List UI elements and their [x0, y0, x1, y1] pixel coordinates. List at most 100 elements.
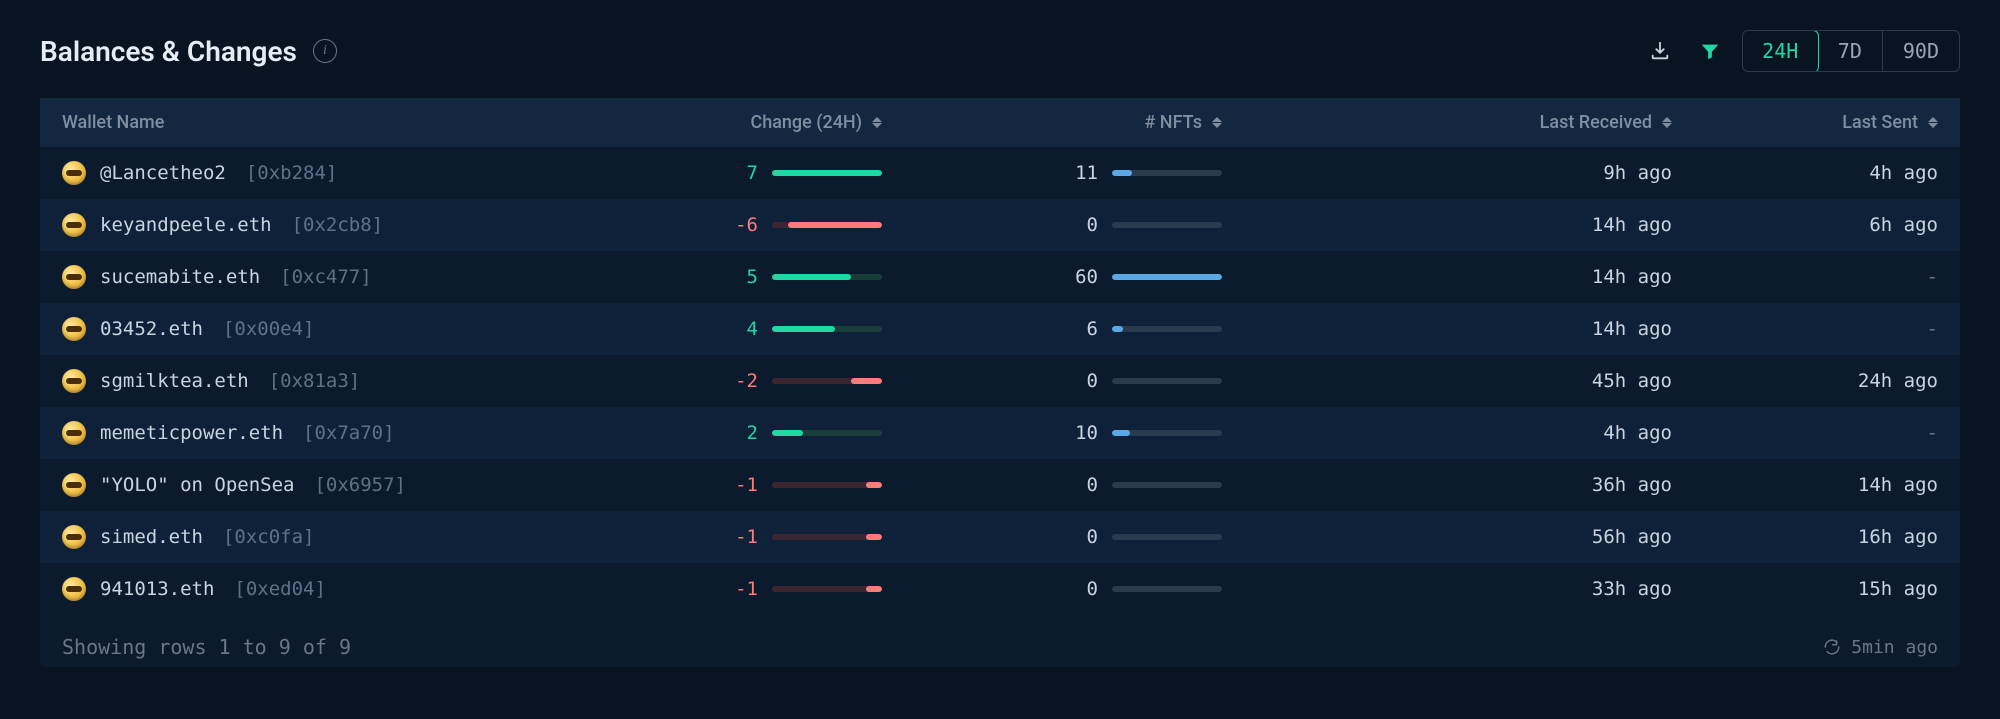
- wallet-name: sucemabite.eth: [100, 266, 260, 288]
- change-bar: [772, 378, 882, 384]
- last-sent: 6h ago: [1672, 214, 1938, 236]
- nft-bar: [1112, 274, 1222, 280]
- timeframe-7d[interactable]: 7D: [1818, 31, 1883, 71]
- wallet-avatar-icon: [62, 577, 86, 601]
- timeframe-24h[interactable]: 24H: [1742, 30, 1820, 72]
- panel-title: Balances & Changes: [40, 35, 297, 68]
- table-row[interactable]: sucemabite.eth [0xc477] 5 60 14h ago-: [40, 251, 1960, 303]
- nft-bar: [1112, 326, 1222, 332]
- wallet-name: 03452.eth: [100, 318, 203, 340]
- wallet-avatar-icon: [62, 369, 86, 393]
- balances-table: Wallet Name Change (24H) # NFTs Last Rec…: [40, 98, 1960, 667]
- info-icon[interactable]: i: [313, 39, 337, 63]
- last-received: 56h ago: [1342, 526, 1672, 548]
- refresh-icon: [1823, 638, 1841, 656]
- change-bar: [772, 222, 882, 228]
- wallet-hash: [0x81a3]: [269, 370, 361, 392]
- table-header-row: Wallet Name Change (24H) # NFTs Last Rec…: [40, 98, 1960, 147]
- sort-icon: [1212, 117, 1222, 128]
- wallet-hash: [0x7a70]: [303, 422, 395, 444]
- last-received: 14h ago: [1342, 266, 1672, 288]
- change-bar: [772, 534, 882, 540]
- wallet-name: 941013.eth: [100, 578, 214, 600]
- table-footer: Showing rows 1 to 9 of 9 5min ago: [40, 615, 1960, 667]
- last-received: 33h ago: [1342, 578, 1672, 600]
- wallet-avatar-icon: [62, 213, 86, 237]
- nft-count: 0: [1058, 214, 1098, 236]
- nft-count: 10: [1058, 422, 1098, 444]
- last-received: 14h ago: [1342, 318, 1672, 340]
- wallet-name: keyandpeele.eth: [100, 214, 272, 236]
- nft-bar: [1112, 378, 1222, 384]
- timeframe-segmented: 24H7D90D: [1742, 30, 1960, 72]
- nft-bar: [1112, 430, 1222, 436]
- nft-count: 0: [1058, 526, 1098, 548]
- last-received: 36h ago: [1342, 474, 1672, 496]
- col-header-sent[interactable]: Last Sent: [1672, 112, 1938, 133]
- change-bar: [772, 482, 882, 488]
- nft-bar: [1112, 170, 1222, 176]
- col-header-wallet[interactable]: Wallet Name: [62, 112, 622, 133]
- table-row[interactable]: "YOLO" on OpenSea [0x6957]-1036h ago14h …: [40, 459, 1960, 511]
- last-sent: -: [1672, 422, 1938, 444]
- wallet-avatar-icon: [62, 317, 86, 341]
- nft-count: 6: [1058, 318, 1098, 340]
- table-row[interactable]: sgmilktea.eth [0x81a3]-2045h ago24h ago: [40, 355, 1960, 407]
- change-bar: [772, 326, 882, 332]
- sort-icon: [872, 117, 882, 128]
- change-bar: [772, 430, 882, 436]
- filter-button[interactable]: [1692, 33, 1728, 69]
- download-icon: [1649, 40, 1671, 62]
- wallet-hash: [0xc0fa]: [223, 526, 315, 548]
- wallet-hash: [0xb284]: [246, 162, 338, 184]
- col-header-received[interactable]: Last Received: [1342, 112, 1672, 133]
- table-row[interactable]: keyandpeele.eth [0x2cb8] -6 0 14h ago6h ago: [40, 199, 1960, 251]
- last-received: 14h ago: [1342, 214, 1672, 236]
- sort-icon: [1662, 117, 1672, 128]
- download-button[interactable]: [1642, 33, 1678, 69]
- nft-count: 11: [1058, 162, 1098, 184]
- col-header-nfts[interactable]: # NFTs: [1002, 112, 1342, 133]
- wallet-avatar-icon: [62, 525, 86, 549]
- change-value: 5: [718, 266, 758, 288]
- wallet-name: "YOLO" on OpenSea: [100, 474, 294, 496]
- last-sent: 4h ago: [1672, 162, 1938, 184]
- last-sent: -: [1672, 266, 1938, 288]
- change-value: 4: [718, 318, 758, 340]
- change-value: -1: [718, 526, 758, 548]
- rows-showing: Showing rows 1 to 9 of 9: [62, 635, 351, 659]
- wallet-hash: [0xc477]: [280, 266, 372, 288]
- nft-count: 0: [1058, 370, 1098, 392]
- wallet-avatar-icon: [62, 265, 86, 289]
- wallet-avatar-icon: [62, 161, 86, 185]
- last-sent: 16h ago: [1672, 526, 1938, 548]
- wallet-hash: [0x2cb8]: [292, 214, 384, 236]
- refreshed-label: 5min ago: [1851, 637, 1938, 658]
- last-sent: 24h ago: [1672, 370, 1938, 392]
- last-sent: -: [1672, 318, 1938, 340]
- nft-bar: [1112, 482, 1222, 488]
- change-bar: [772, 274, 882, 280]
- nft-count: 0: [1058, 578, 1098, 600]
- change-bar: [772, 170, 882, 176]
- last-sent: 15h ago: [1672, 578, 1938, 600]
- table-row[interactable]: simed.eth [0xc0fa] -1 0 56h ago16h ago: [40, 511, 1960, 563]
- wallet-name: simed.eth: [100, 526, 203, 548]
- table-row[interactable]: memeticpower.eth [0x7a70]2104h ago-: [40, 407, 1960, 459]
- table-row[interactable]: 941013.eth [0xed04]-1033h ago15h ago: [40, 563, 1960, 615]
- table-row[interactable]: @Lancetheo2 [0xb284]7119h ago4h ago: [40, 147, 1960, 199]
- table-row[interactable]: 03452.eth [0x00e4] 4 6 14h ago-: [40, 303, 1960, 355]
- last-received: 45h ago: [1342, 370, 1672, 392]
- sort-icon: [1928, 117, 1938, 128]
- change-value: -6: [718, 214, 758, 236]
- wallet-avatar-icon: [62, 421, 86, 445]
- nft-count: 60: [1058, 266, 1098, 288]
- last-sent: 14h ago: [1672, 474, 1938, 496]
- col-header-change[interactable]: Change (24H): [622, 112, 1002, 133]
- wallet-name: @Lancetheo2: [100, 162, 226, 184]
- timeframe-90d[interactable]: 90D: [1883, 31, 1959, 71]
- wallet-hash: [0x00e4]: [223, 318, 315, 340]
- change-value: 2: [718, 422, 758, 444]
- change-bar: [772, 586, 882, 592]
- wallet-hash: [0x6957]: [314, 474, 406, 496]
